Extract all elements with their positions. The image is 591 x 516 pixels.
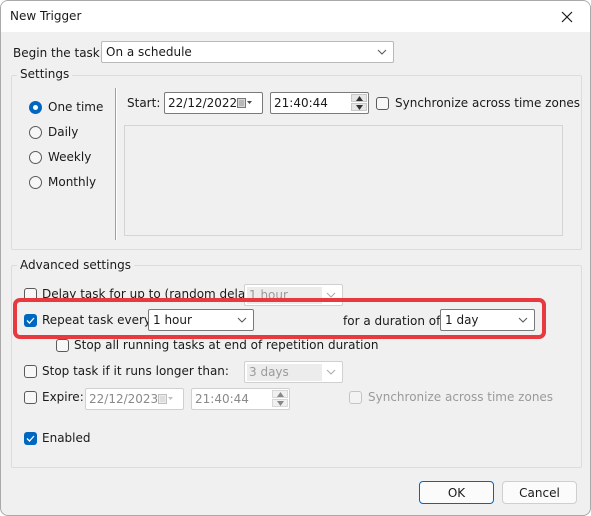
arrow-down-icon xyxy=(277,401,284,406)
sync-time-zones-label: Synchronize across time zones xyxy=(395,96,581,110)
title-bar: New Trigger xyxy=(1,1,590,32)
start-time-spinner[interactable] xyxy=(351,94,367,112)
arrow-up-icon xyxy=(356,96,363,101)
chevron-down-icon xyxy=(518,317,528,323)
stop-all-tasks-checkbox[interactable] xyxy=(56,339,69,352)
start-date-value: 22/12/2022 xyxy=(168,96,238,110)
expire-label: Expire: xyxy=(42,390,84,404)
expire-time-spinner[interactable] xyxy=(272,390,288,408)
stop-after-value: 3 days xyxy=(247,364,322,381)
enabled-label: Enabled xyxy=(42,431,91,445)
expire-time-value: 21:40:44 xyxy=(195,392,249,406)
expire-date-picker[interactable]: 22/12/2023 xyxy=(85,388,184,410)
calendar-icon xyxy=(237,98,252,108)
radio-daily-label: Daily xyxy=(48,125,79,139)
spin-down-button[interactable] xyxy=(351,103,367,111)
window-title: New Trigger xyxy=(10,9,82,23)
start-time-field[interactable]: 21:40:44 xyxy=(270,92,369,114)
repeat-task-checkbox[interactable] xyxy=(24,314,37,327)
spin-up-button[interactable] xyxy=(272,390,288,398)
radio-one-time-label: One time xyxy=(48,100,104,114)
radio-weekly[interactable] xyxy=(29,151,42,164)
repeat-task-label: Repeat task every: xyxy=(42,313,155,327)
repeat-duration-dropdown[interactable]: 1 day xyxy=(440,309,535,331)
begin-task-value: On a schedule xyxy=(106,45,192,59)
radio-monthly[interactable] xyxy=(29,176,42,189)
radio-weekly-label: Weekly xyxy=(48,150,92,164)
sync-time-zones-checkbox[interactable] xyxy=(376,97,389,110)
checkmark-icon xyxy=(26,435,35,442)
close-button[interactable] xyxy=(544,1,590,32)
stop-if-longer-label: Stop task if it runs longer than: xyxy=(42,364,229,378)
repeat-interval-value: 1 hour xyxy=(153,313,192,327)
start-date-picker[interactable]: 22/12/2022 xyxy=(164,92,263,114)
cancel-button[interactable]: Cancel xyxy=(502,481,577,504)
ok-button[interactable]: OK xyxy=(419,481,494,504)
checkmark-icon xyxy=(26,317,35,324)
arrow-down-icon xyxy=(356,105,363,110)
begin-task-label: Begin the task: xyxy=(13,46,104,60)
arrow-up-icon xyxy=(277,392,284,397)
chevron-down-icon xyxy=(326,369,336,375)
expire-checkbox[interactable] xyxy=(24,391,37,404)
calendar-icon xyxy=(158,394,173,404)
expire-sync-label: Synchronize across time zones xyxy=(368,390,554,404)
close-icon xyxy=(561,11,573,22)
repeat-duration-value: 1 day xyxy=(445,313,479,327)
start-time-value: 21:40:44 xyxy=(274,96,328,110)
stop-all-tasks-label: Stop all running tasks at end of repetit… xyxy=(74,338,379,352)
expire-date-value: 22/12/2023 xyxy=(89,392,159,406)
expire-time-field[interactable]: 21:40:44 xyxy=(191,388,290,410)
spin-up-button[interactable] xyxy=(351,94,367,102)
chevron-down-icon xyxy=(237,317,247,323)
begin-task-dropdown[interactable]: On a schedule xyxy=(101,41,394,63)
chevron-down-icon xyxy=(377,49,387,55)
expire-sync-checkbox[interactable] xyxy=(349,391,362,404)
schedule-options-panel xyxy=(124,125,563,236)
radio-monthly-label: Monthly xyxy=(48,175,97,189)
repeat-interval-dropdown[interactable]: 1 hour xyxy=(148,309,254,331)
settings-divider xyxy=(115,88,117,240)
new-trigger-dialog: New Trigger Begin the task: On a schedul… xyxy=(0,0,591,516)
radio-daily[interactable] xyxy=(29,126,42,139)
stop-if-longer-checkbox[interactable] xyxy=(24,365,37,378)
start-label: Start: xyxy=(127,96,161,110)
enabled-checkbox[interactable] xyxy=(24,432,37,445)
advanced-settings-legend: Advanced settings xyxy=(17,258,134,272)
settings-legend: Settings xyxy=(17,67,73,81)
radio-one-time[interactable] xyxy=(29,101,42,114)
ok-button-label: OK xyxy=(447,485,466,500)
stop-after-dropdown[interactable]: 3 days xyxy=(244,361,343,383)
spin-down-button[interactable] xyxy=(272,399,288,407)
duration-label: for a duration of: xyxy=(343,314,444,328)
cancel-button-label: Cancel xyxy=(519,485,560,500)
